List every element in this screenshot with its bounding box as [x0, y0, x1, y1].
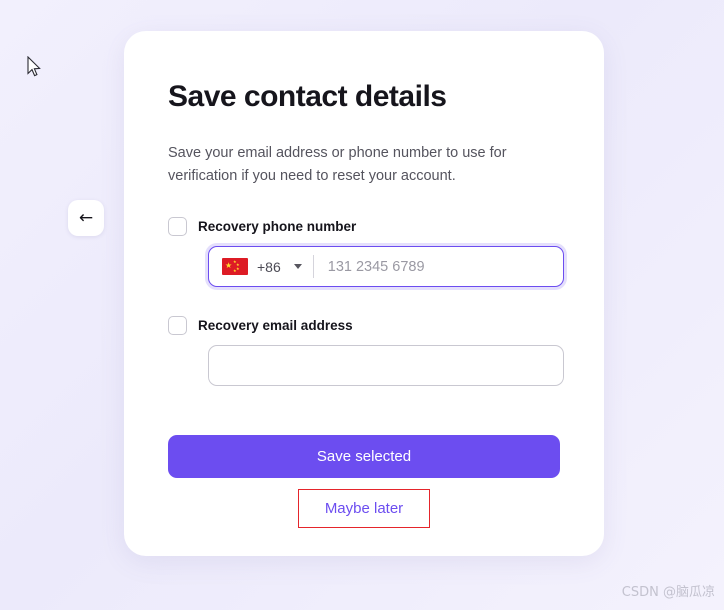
recovery-email-label: Recovery email address	[198, 317, 353, 333]
flag-star-small: ★	[233, 268, 237, 274]
country-code-value: +86	[257, 258, 281, 275]
save-selected-button[interactable]: Save selected	[168, 435, 560, 479]
recovery-phone-field-head: Recovery phone number	[168, 215, 560, 237]
country-code-select[interactable]: ★ ★ ★ ★ ★ +86	[209, 247, 313, 286]
recovery-email-field-head: Recovery email address	[168, 314, 560, 336]
recovery-email-input[interactable]	[208, 345, 564, 387]
phone-number-input[interactable]	[313, 247, 563, 287]
page-title: Save contact details	[168, 80, 447, 113]
arrow-left-icon: ←	[78, 207, 94, 228]
page-subtitle: Save your email address or phone number …	[168, 145, 507, 184]
recovery-phone-field-block: Recovery phone number ★ ★ ★ ★ ★ +86	[168, 215, 564, 288]
recovery-email-input-row	[208, 345, 564, 387]
recovery-phone-input-row: ★ ★ ★ ★ ★ +86	[208, 246, 564, 288]
mouse-pointer-icon	[27, 56, 41, 77]
phone-input-group[interactable]: ★ ★ ★ ★ ★ +86	[208, 246, 564, 288]
maybe-later-annotation-box: Maybe later	[168, 489, 560, 529]
recovery-email-checkbox[interactable]	[168, 315, 187, 335]
recovery-phone-checkbox[interactable]	[168, 216, 187, 236]
contact-details-card: Save contact details Save your email add…	[124, 31, 604, 556]
chevron-down-icon	[293, 264, 302, 270]
china-flag-icon: ★ ★ ★ ★ ★	[222, 258, 248, 276]
recovery-email-field-block: Recovery email address	[168, 314, 564, 387]
flag-star-large: ★	[225, 260, 233, 270]
watermark: CSDN @脑瓜凉	[621, 585, 715, 600]
recovery-phone-label: Recovery phone number	[198, 218, 357, 234]
maybe-later-button[interactable]: Maybe later	[297, 489, 431, 529]
back-button[interactable]: ←	[68, 200, 104, 236]
